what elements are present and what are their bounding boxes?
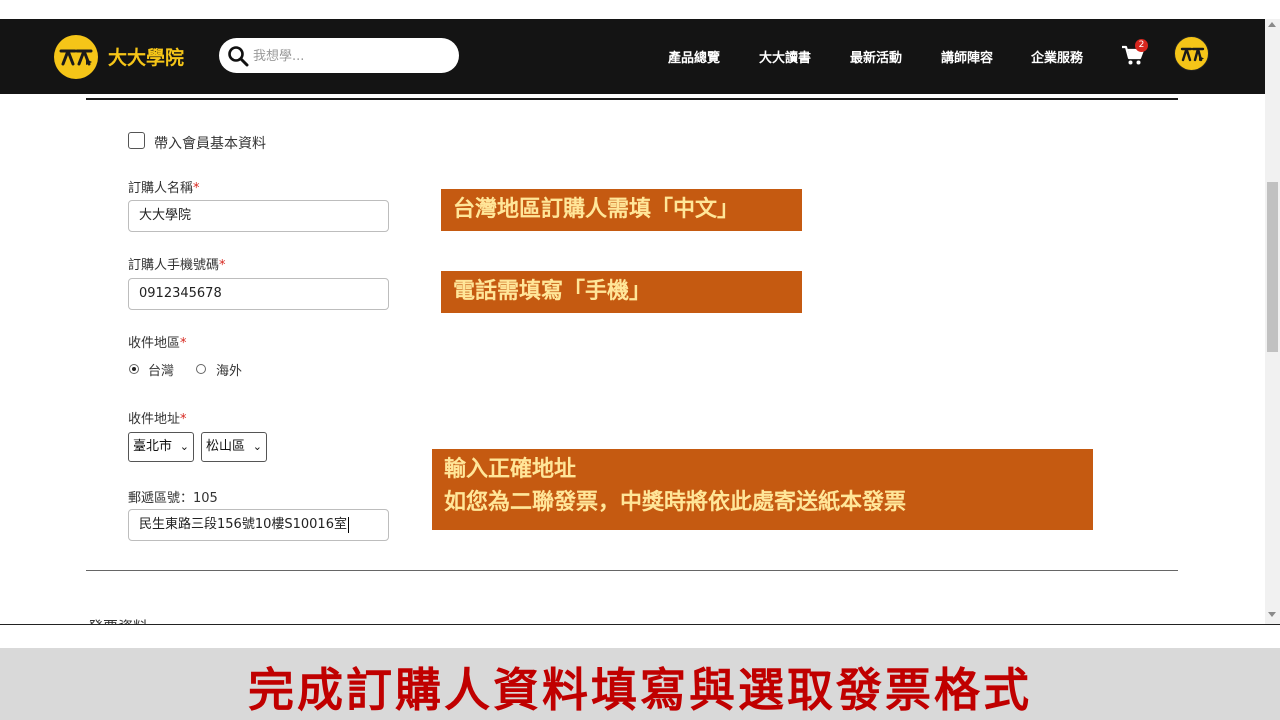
caption-banner: 完成訂購人資料填寫與選取發票格式 <box>0 648 1280 720</box>
buyer-name-label: 訂購人名稱* <box>128 181 200 196</box>
region-radio-taiwan[interactable] <box>129 364 139 374</box>
buyer-phone-field[interactable]: 0912345678 <box>128 278 389 310</box>
logo-text[interactable]: 大大學院 <box>108 43 184 70</box>
cart-badge: 2 <box>1135 39 1148 52</box>
nav-item-instructors[interactable]: 講師陣容 <box>941 47 993 66</box>
top-navbar: 大大學院 產品總覽 大大讀書 最新活動 講師陣容 企業服務 2 <box>0 19 1265 94</box>
buyer-phone-label: 訂購人手機號碼* <box>128 258 226 273</box>
avatar[interactable] <box>1174 36 1209 71</box>
district-select-value: 松山區 <box>206 439 246 454</box>
postal-code-label: 郵遞區號：105 <box>128 491 218 506</box>
screenshot-stage: 大大學院 產品總覽 大大讀書 最新活動 講師陣容 企業服務 2 <box>0 0 1280 720</box>
scroll-down-icon[interactable] <box>1268 612 1276 617</box>
region-option-overseas[interactable]: 海外 <box>216 360 242 379</box>
banner-separator <box>0 624 1280 625</box>
address-label: 收件地址* <box>128 412 187 427</box>
scrollbar-thumb[interactable] <box>1267 182 1278 352</box>
section-divider-bottom <box>86 570 1178 571</box>
chevron-down-icon: ⌄ <box>179 440 189 453</box>
chevron-down-icon: ⌄ <box>252 440 262 453</box>
import-member-label: 帶入會員基本資料 <box>154 136 266 152</box>
address-field[interactable]: 民生東路三段156號10樓S10016室 <box>128 509 389 541</box>
caption-text: 完成訂購人資料填寫與選取發票格式 <box>248 663 1032 717</box>
avatar-logo-icon <box>1180 47 1205 62</box>
search-input[interactable] <box>253 45 448 67</box>
callout-address-line2: 如您為二聯發票，中獎時將依此處寄送紙本發票 <box>444 490 907 515</box>
callout-address: 輸入正確地址 如您為二聯發票，中獎時將依此處寄送紙本發票 <box>432 449 1093 530</box>
nav-item-enterprise[interactable]: 企業服務 <box>1031 47 1083 66</box>
city-select[interactable]: 臺北市 ⌄ <box>128 432 194 462</box>
logo-icon[interactable] <box>54 35 98 79</box>
scroll-up-icon[interactable] <box>1268 22 1276 27</box>
region-option-taiwan[interactable]: 台灣 <box>148 360 174 379</box>
nav-item-products[interactable]: 產品總覽 <box>668 47 720 66</box>
region-label: 收件地區* <box>128 336 187 351</box>
address-field-value: 民生東路三段156號10樓S10016室 <box>139 517 347 532</box>
text-caret <box>347 516 349 533</box>
nav-item-events[interactable]: 最新活動 <box>850 47 902 66</box>
callout-address-line1: 輸入正確地址 <box>444 457 577 482</box>
callout-name-chinese: 台灣地區訂購人需填「中文」 <box>441 189 802 231</box>
search-icon[interactable] <box>227 45 249 67</box>
search-box[interactable] <box>219 38 459 73</box>
region-radio-overseas[interactable] <box>196 364 206 374</box>
section-divider-top <box>86 98 1178 100</box>
nav-item-reading[interactable]: 大大讀書 <box>759 47 811 66</box>
buyer-name-field[interactable]: 大大學院 <box>128 200 389 232</box>
callout-phone-mobile: 電話需填寫「手機」 <box>441 271 802 313</box>
district-select[interactable]: 松山區 ⌄ <box>201 432 267 462</box>
city-select-value: 臺北市 <box>133 439 173 454</box>
logo-mark-icon <box>59 49 93 66</box>
import-member-checkbox[interactable] <box>128 132 145 149</box>
